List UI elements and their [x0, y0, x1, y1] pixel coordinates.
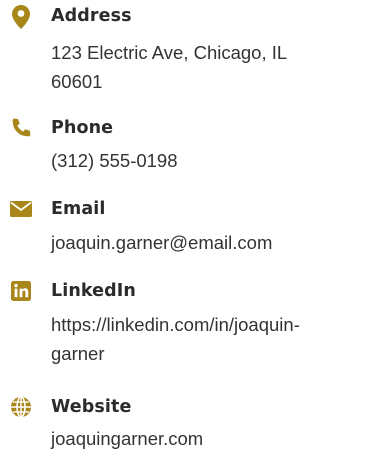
linkedin-value: https://linkedin.com/in/joaquin- garner: [51, 314, 300, 364]
phone-icon: [8, 115, 34, 141]
email-value: joaquin.garner@email.com: [51, 232, 273, 253]
globe-icon: [8, 394, 34, 420]
contact-label: LinkedIn: [51, 281, 136, 301]
address-value: 123 Electric Ave, Chicago, IL 60601: [51, 42, 288, 92]
linkedin-icon: [8, 278, 34, 304]
map-pin-icon: [8, 4, 34, 30]
website-value: joaquingarner.com: [51, 428, 204, 449]
phone-value: (312) 555-0198: [51, 150, 178, 171]
contact-label: Phone: [51, 118, 114, 138]
envelope-icon: [8, 196, 34, 222]
contact-label: Email: [51, 199, 106, 219]
contact-label: Address: [51, 6, 132, 26]
contact-label: Website: [51, 397, 132, 417]
